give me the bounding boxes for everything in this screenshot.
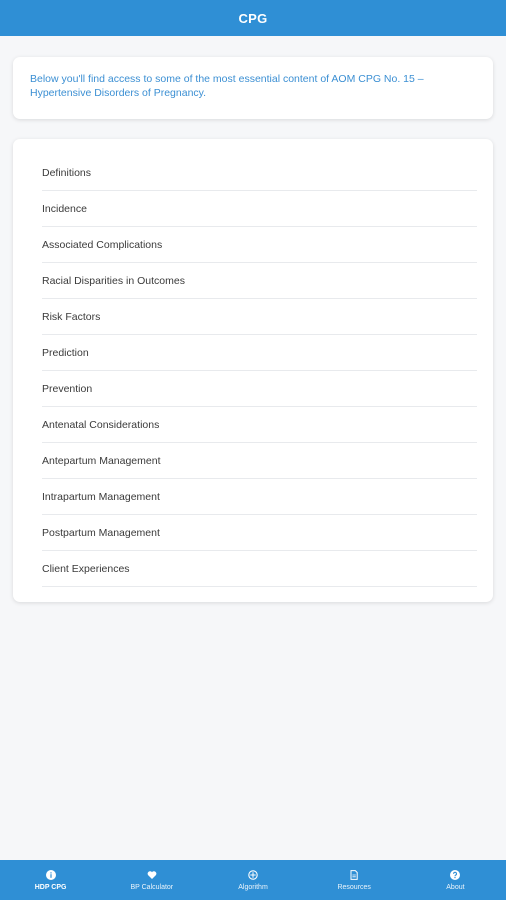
- list-item-prevention[interactable]: Prevention: [42, 371, 477, 407]
- top-app-bar: CPG: [0, 0, 506, 36]
- tab-label: About: [446, 883, 465, 891]
- tab-hdp-cpg[interactable]: HDP CPG: [0, 860, 101, 900]
- list-item-racial-disparities[interactable]: Racial Disparities in Outcomes: [42, 263, 477, 299]
- list-item-associated-complications[interactable]: Associated Complications: [42, 227, 477, 263]
- intro-text: Below you'll find access to some of the …: [30, 73, 424, 99]
- list-item-prediction[interactable]: Prediction: [42, 335, 477, 371]
- list-item-postpartum-management[interactable]: Postpartum Management: [42, 515, 477, 551]
- list-item-definitions[interactable]: Definitions: [42, 155, 477, 191]
- tab-about[interactable]: About: [405, 860, 506, 900]
- list-item-client-experiences[interactable]: Client Experiences: [42, 551, 477, 587]
- list-item-antepartum-management[interactable]: Antepartum Management: [42, 443, 477, 479]
- info-circle-icon: [45, 869, 56, 880]
- topics-card: Definitions Incidence Associated Complic…: [13, 139, 493, 602]
- topics-list: Definitions Incidence Associated Complic…: [42, 155, 477, 587]
- page-title: CPG: [238, 10, 268, 26]
- compass-icon: [248, 869, 258, 880]
- tab-resources[interactable]: Resources: [304, 860, 405, 900]
- tab-label: Resources: [337, 883, 371, 891]
- tab-algorithm[interactable]: Algorithm: [202, 860, 303, 900]
- tab-label: HDP CPG: [34, 883, 67, 891]
- intro-card: Below you'll find access to some of the …: [13, 57, 493, 119]
- tab-label: BP Calculator: [130, 883, 174, 891]
- heart-icon: [147, 870, 157, 879]
- list-item-antenatal-considerations[interactable]: Antenatal Considerations: [42, 407, 477, 443]
- question-circle-icon: [450, 869, 461, 880]
- list-item-intrapartum-management[interactable]: Intrapartum Management: [42, 479, 477, 515]
- tab-bp-calculator[interactable]: BP Calculator: [101, 860, 202, 900]
- bottom-tab-bar: HDP CPG BP Calculator Algorithm Resource…: [0, 860, 506, 900]
- document-icon: [350, 869, 358, 880]
- list-item-incidence[interactable]: Incidence: [42, 191, 477, 227]
- tab-label: Algorithm: [238, 883, 268, 891]
- list-item-risk-factors[interactable]: Risk Factors: [42, 299, 477, 335]
